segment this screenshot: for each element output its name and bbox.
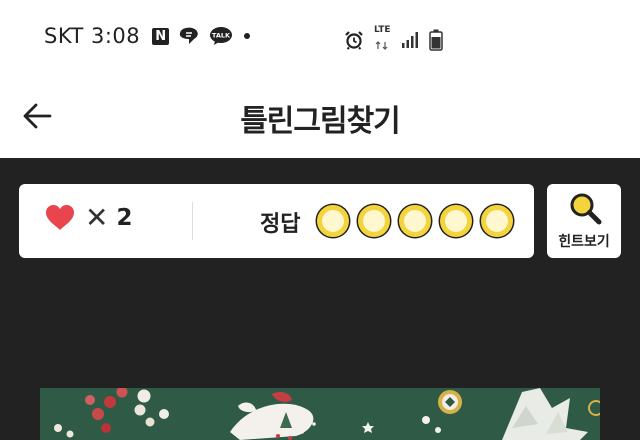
status-bar: SKT 3:08 N TALK LTE (0, 0, 640, 76)
heart-icon (46, 205, 74, 230)
alarm-icon (345, 31, 363, 50)
lte-arrows-icon (375, 41, 388, 50)
answer-slot (317, 205, 349, 237)
magnifier-icon (570, 193, 602, 225)
signal-icon (401, 32, 418, 48)
hint-label: 힌트보기 (558, 234, 610, 250)
hint-button[interactable]: 힌트보기 (547, 184, 621, 258)
lives-count: 2 (116, 205, 133, 231)
game-status-panel: ✕ 2 정답 (19, 184, 534, 258)
christmas-decor-illustration (40, 388, 600, 440)
divider (192, 202, 193, 240)
lte-label: LTE (374, 25, 391, 35)
lte-icon: LTE (374, 26, 391, 54)
talk-badge-text: TALK (212, 32, 231, 40)
status-right: LTE (344, 26, 443, 54)
answer-label: 정답 (260, 212, 301, 237)
carrier-time: SKT 3:08 (44, 24, 141, 48)
lives-indicator: ✕ 2 (45, 204, 132, 232)
dot-icon (244, 33, 251, 39)
kakaotalk-icon: TALK (210, 27, 233, 45)
battery-icon (428, 29, 443, 51)
n-icon: N (152, 27, 170, 45)
page-title: 틀린그림찾기 (240, 104, 401, 139)
puzzle-image[interactable] (40, 388, 600, 440)
answer-slot (481, 205, 513, 237)
lives-multiplier: ✕ (85, 201, 109, 234)
answer-slot (440, 205, 472, 237)
app-header: 틀린그림찾기 (0, 76, 640, 158)
chat-icon (179, 27, 198, 44)
answer-slot (358, 205, 390, 237)
status-left: SKT 3:08 N TALK (44, 24, 253, 48)
answer-slots (317, 205, 513, 237)
answer-slot (399, 205, 431, 237)
